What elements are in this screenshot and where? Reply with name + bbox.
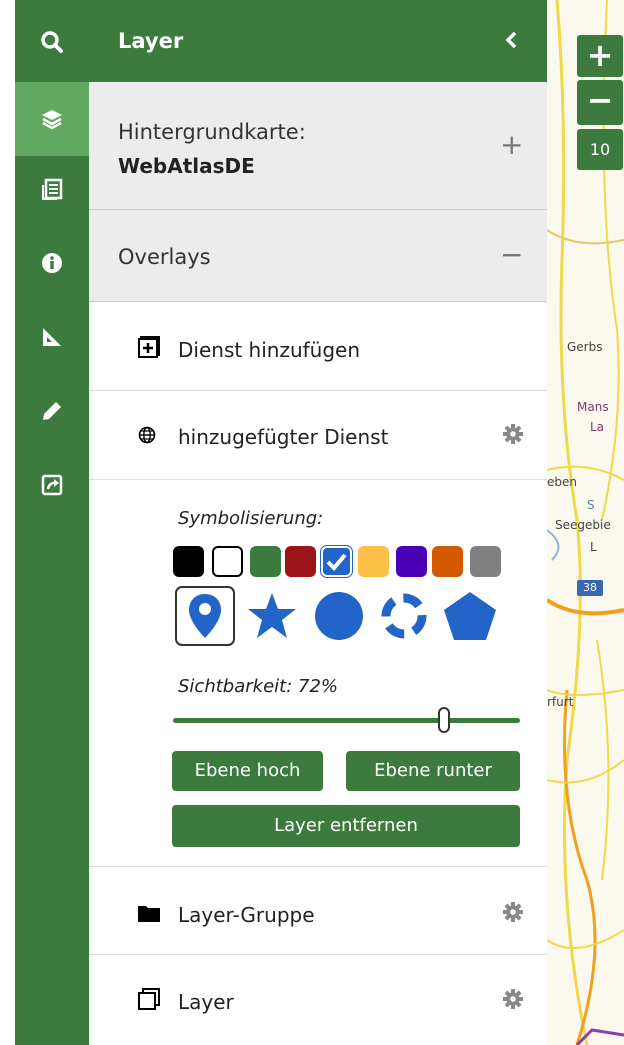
pentagon-icon bbox=[444, 592, 496, 640]
folder-icon bbox=[138, 904, 160, 926]
symbol-marker-selected[interactable] bbox=[175, 586, 235, 646]
share-button[interactable] bbox=[15, 448, 89, 522]
legend-icon bbox=[42, 178, 63, 200]
layer-group-label: Layer-Gruppe bbox=[178, 903, 315, 927]
symbol-dashed-circle[interactable] bbox=[374, 586, 434, 646]
tool-sidebar bbox=[15, 0, 89, 1045]
layer-row[interactable]: Layer bbox=[89, 955, 547, 1045]
color-swatch-black[interactable] bbox=[173, 546, 204, 577]
star-icon bbox=[248, 593, 296, 638]
circle-icon bbox=[315, 592, 363, 640]
layer-up-button[interactable]: Ebene hoch bbox=[172, 751, 323, 791]
background-map-section[interactable]: Hintergrundkarte: WebAtlasDE + bbox=[89, 82, 547, 210]
zoom-in-button[interactable]: + bbox=[577, 35, 623, 77]
layer-icon bbox=[138, 988, 160, 1014]
dashed-circle-icon bbox=[381, 593, 427, 639]
added-service-row[interactable]: hinzugefügter Dienst bbox=[89, 391, 547, 480]
symbol-star[interactable] bbox=[242, 586, 302, 646]
color-swatch-blue-selected[interactable] bbox=[320, 545, 353, 578]
map-label: S bbox=[587, 498, 595, 512]
chevron-left-icon bbox=[505, 31, 517, 49]
color-swatch-purple[interactable] bbox=[396, 546, 427, 577]
legend-button[interactable] bbox=[15, 152, 89, 226]
symbol-pentagon[interactable] bbox=[440, 586, 500, 646]
color-swatch-white[interactable] bbox=[212, 546, 243, 577]
add-box-icon bbox=[138, 336, 160, 362]
layers-button[interactable] bbox=[15, 82, 89, 156]
visibility-slider-track[interactable] bbox=[173, 718, 520, 723]
gear-icon[interactable] bbox=[502, 901, 524, 927]
map-label: rfurt bbox=[547, 695, 574, 709]
globe-icon bbox=[138, 426, 156, 448]
draw-button[interactable] bbox=[15, 374, 89, 448]
map-label: eben bbox=[547, 475, 577, 489]
add-service-label: Dienst hinzufügen bbox=[178, 338, 361, 362]
info-button[interactable] bbox=[15, 226, 89, 300]
measure-button[interactable] bbox=[15, 300, 89, 374]
background-map-value: WebAtlasDE bbox=[118, 154, 255, 178]
panel-title: Layer bbox=[118, 29, 184, 53]
gear-icon[interactable] bbox=[502, 988, 524, 1014]
map-label: Gerbs bbox=[567, 340, 603, 354]
added-service-label: hinzugefügter Dienst bbox=[178, 425, 389, 449]
zoom-out-button[interactable]: − bbox=[577, 80, 623, 125]
symbolization-label: Symbolisierung: bbox=[178, 508, 324, 529]
map-label: Seegebie bbox=[555, 518, 611, 532]
panel-header: Layer bbox=[89, 0, 547, 82]
add-service-row[interactable]: Dienst hinzufügen bbox=[89, 302, 547, 391]
pencil-icon bbox=[43, 402, 61, 420]
map-marker-icon bbox=[189, 594, 221, 638]
collapse-toggle[interactable]: − bbox=[500, 238, 523, 271]
layer-label: Layer bbox=[178, 990, 234, 1014]
info-icon bbox=[42, 253, 62, 273]
share-icon bbox=[41, 474, 63, 496]
layer-down-button[interactable]: Ebene runter bbox=[346, 751, 520, 791]
expand-toggle[interactable]: + bbox=[500, 128, 523, 161]
gear-icon[interactable] bbox=[502, 423, 524, 449]
checkmark-icon bbox=[326, 553, 347, 571]
color-swatch-yellow[interactable] bbox=[358, 546, 389, 577]
color-swatch-green[interactable] bbox=[250, 546, 281, 577]
color-swatch-gray[interactable] bbox=[470, 546, 501, 577]
visibility-label: Sichtbarkeit: 72% bbox=[178, 676, 338, 697]
color-swatch-orange[interactable] bbox=[432, 546, 463, 577]
measure-icon bbox=[43, 328, 61, 346]
search-button[interactable] bbox=[15, 5, 89, 79]
road-number-badge: 38 bbox=[577, 580, 603, 596]
search-icon bbox=[41, 31, 63, 53]
collapse-panel-button[interactable] bbox=[502, 28, 522, 56]
visibility-slider-handle[interactable] bbox=[438, 707, 450, 733]
overlays-label: Overlays bbox=[118, 245, 211, 269]
map-label: La bbox=[590, 420, 605, 434]
overlays-section[interactable]: Overlays − bbox=[89, 210, 547, 302]
remove-layer-button[interactable]: Layer entfernen bbox=[172, 805, 520, 847]
zoom-level-indicator: 10 bbox=[577, 129, 623, 170]
map-label: Mans bbox=[577, 400, 609, 414]
map-label: L bbox=[590, 540, 597, 554]
layer-group-row[interactable]: Layer-Gruppe bbox=[89, 867, 547, 955]
background-map-label: Hintergrundkarte: bbox=[118, 120, 306, 144]
color-swatch-red[interactable] bbox=[285, 546, 316, 577]
layers-icon bbox=[42, 110, 62, 130]
symbol-circle[interactable] bbox=[309, 586, 369, 646]
